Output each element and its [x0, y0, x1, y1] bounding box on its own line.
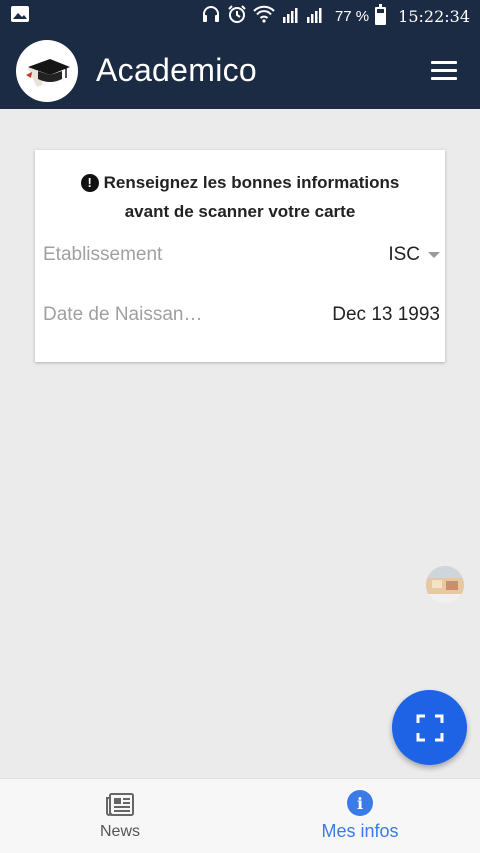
app-title: Academico [96, 52, 257, 88]
nav-news-label: News [99, 822, 140, 840]
floating-avatar-bubble[interactable] [426, 566, 464, 604]
scan-icon [416, 714, 443, 741]
date-label: Date de Naissan… [43, 304, 203, 325]
status-bar: 77 % 15:22:34 [0, 0, 480, 32]
scan-button[interactable] [392, 690, 467, 765]
info-icon: i [347, 790, 373, 816]
graduation-cap-icon[interactable] [16, 39, 78, 102]
clock-time: 15:22:34 [398, 6, 470, 26]
image-icon [10, 4, 30, 29]
etablissement-label: Etablissement [43, 244, 163, 265]
notice-text: ! Renseignez les bonnes informations avan… [35, 168, 445, 226]
etablissement-row[interactable]: Etablissement ISC [43, 244, 440, 266]
wifi-icon [253, 5, 275, 27]
notice-line-2: avant de scanner votre carte [124, 202, 356, 221]
nav-mes-infos[interactable]: i Mes infos [240, 779, 480, 853]
date-value[interactable]: Dec 13 1993 [332, 304, 440, 326]
notice-line-1: Renseignez les bonnes informations [103, 173, 400, 192]
battery-percent: 77 % [334, 7, 370, 25]
hamburger-menu-icon[interactable] [424, 51, 464, 91]
battery-icon [375, 4, 387, 25]
newspaper-icon [106, 792, 134, 816]
signal-icon [281, 4, 329, 28]
nav-mes-infos-label: Mes infos [321, 821, 399, 841]
date-row[interactable]: Date de Naissan… Dec 13 1993 [43, 304, 440, 326]
app-bar: Academico [0, 32, 480, 109]
alarm-icon [227, 4, 247, 28]
dropdown-caret-icon[interactable] [428, 252, 440, 258]
exclamation-icon: ! [80, 174, 99, 192]
headphones-icon [201, 4, 221, 28]
etablissement-select[interactable]: ISC [388, 244, 420, 266]
bottom-navigation: News i Mes infos [0, 778, 480, 853]
nav-news[interactable]: News [0, 779, 240, 853]
